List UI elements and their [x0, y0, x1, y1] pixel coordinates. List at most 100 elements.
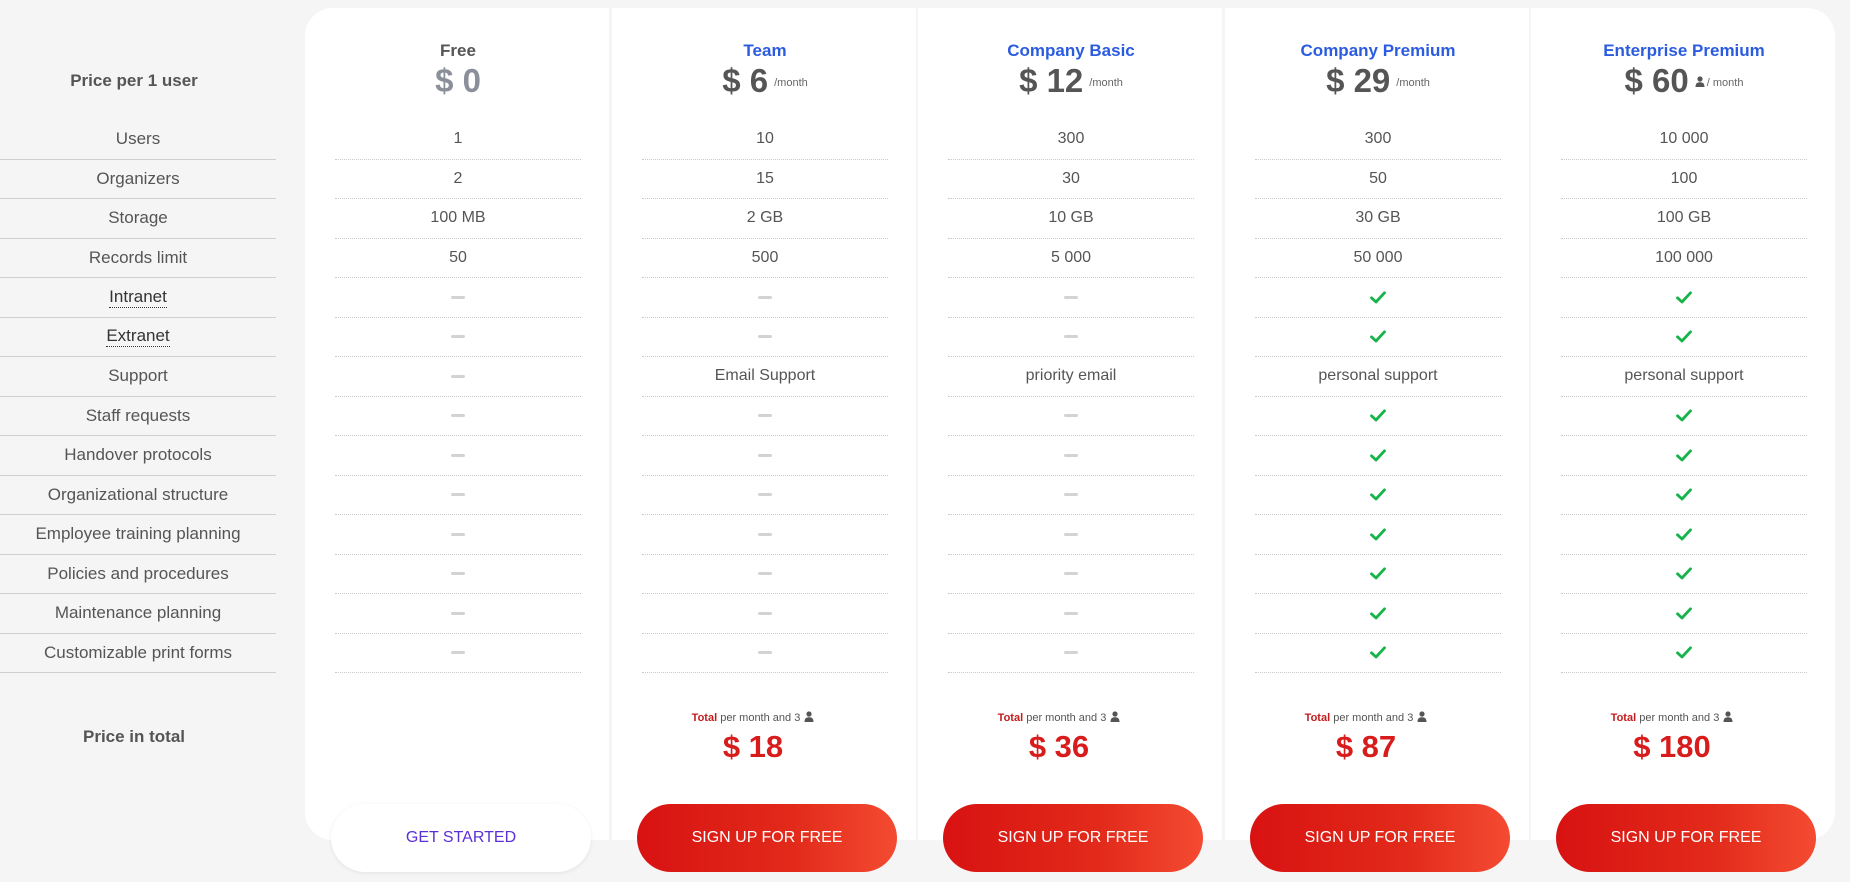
dash-icon [1064, 651, 1078, 655]
feature-cell [1255, 634, 1501, 673]
sign-up-button[interactable]: SIGN UP FOR FREE [943, 804, 1203, 872]
feature-cell [1255, 555, 1501, 594]
feature-label-text: Policies and procedures [47, 563, 229, 583]
total-note: Total per month and 3 [906, 711, 1212, 725]
dash-icon [758, 532, 772, 536]
feature-cell [1561, 278, 1807, 318]
feature-cell [948, 278, 1194, 318]
feature-label: Maintenance planning [0, 594, 276, 634]
dash-icon [758, 453, 772, 457]
plan-price: $ 6/month [612, 62, 918, 100]
feature-cell [948, 515, 1194, 555]
dash-icon [758, 651, 772, 655]
check-icon [1676, 449, 1692, 462]
dash-icon [1064, 295, 1078, 299]
check-icon [1676, 330, 1692, 343]
feature-value: 2 GB [746, 209, 784, 227]
plan-price-period: /month [1089, 77, 1123, 89]
feature-label-text: Handover protocols [64, 445, 212, 465]
check-icon [1370, 567, 1386, 580]
check-icon [1676, 567, 1692, 580]
feature-label-text: Organizers [96, 168, 180, 188]
dash-icon [758, 414, 772, 418]
feature-cell [1255, 278, 1501, 318]
feature-cell [335, 397, 581, 436]
feature-label: Staff requests [0, 397, 276, 436]
feature-cell [1561, 515, 1807, 555]
feature-cell: priority email [948, 357, 1194, 397]
feature-cell: 30 [948, 160, 1194, 199]
user-icon [1417, 711, 1427, 725]
get-started-button[interactable]: GET STARTED [331, 804, 591, 872]
feature-label-text: Customizable print forms [43, 642, 232, 662]
feature-cell [1255, 397, 1501, 436]
feature-cell [335, 436, 581, 476]
feature-label-text: Storage [108, 208, 168, 228]
total-text: per month and 3 [1333, 712, 1414, 724]
feature-value: 5 000 [1050, 248, 1092, 266]
total-price: $ 180 [1633, 729, 1711, 764]
feature-cell: 1 [335, 120, 581, 160]
feature-cell [335, 476, 581, 515]
total-price: $ 18 [722, 729, 784, 764]
plan-price-amount: $ 60 [1624, 62, 1689, 99]
sign-up-button[interactable]: SIGN UP FOR FREE [637, 804, 897, 872]
feature-label-text: Users [115, 129, 161, 149]
plan-price-period-text: / month [1706, 77, 1744, 89]
plan-price: $ 60 / month [1531, 62, 1837, 100]
check-icon [1370, 646, 1386, 659]
feature-cell: Email Support [642, 357, 888, 397]
dash-icon [758, 335, 772, 339]
feature-value: personal support [1624, 367, 1744, 385]
plan-price-period-text: /month [774, 77, 808, 89]
feature-value: Email Support [714, 367, 816, 385]
feature-cell: 2 [335, 160, 581, 199]
plan-price: $ 29/month [1225, 62, 1531, 100]
total-text: per month and 3 [1026, 712, 1107, 724]
sign-up-button[interactable]: SIGN UP FOR FREE [1250, 804, 1510, 872]
feature-label: Storage [0, 199, 276, 239]
plan-price: $ 0 [305, 62, 611, 100]
plan-price-period-text: /month [1089, 77, 1123, 89]
dash-icon [451, 374, 465, 378]
check-icon [1676, 528, 1692, 541]
feature-label-text[interactable]: Extranet [106, 326, 170, 348]
feature-cell [1561, 318, 1807, 357]
check-icon [1676, 607, 1692, 620]
feature-value: personal support [1318, 367, 1438, 385]
dash-icon [451, 572, 465, 576]
feature-cell [1255, 515, 1501, 555]
feature-label: Organizational structure [0, 476, 276, 515]
feature-cell [335, 318, 581, 357]
feature-value: 10 000 [1659, 130, 1709, 148]
feature-label: Organizers [0, 160, 276, 199]
feature-value: 50 000 [1353, 248, 1403, 266]
feature-label: Extranet [0, 318, 276, 357]
feature-cell [1255, 436, 1501, 476]
total-note: Total per month and 3 [1519, 711, 1825, 725]
price-per-user-label: Price per 1 user [70, 71, 198, 90]
feature-cell: personal support [1561, 357, 1807, 397]
feature-cell: 5 000 [948, 239, 1194, 278]
user-icon [1723, 711, 1733, 725]
feature-cell [1561, 476, 1807, 515]
check-icon [1370, 409, 1386, 422]
feature-cell [1255, 476, 1501, 515]
feature-label: Records limit [0, 239, 276, 278]
feature-cell [335, 555, 581, 594]
price-in-total-label: Price in total [82, 727, 186, 746]
total-label: Total [1610, 712, 1637, 724]
dash-icon [758, 572, 772, 576]
feature-cell: 50 000 [1255, 239, 1501, 278]
sign-up-button[interactable]: SIGN UP FOR FREE [1556, 804, 1816, 872]
check-icon [1676, 488, 1692, 501]
total-text: per month and 3 [1639, 712, 1720, 724]
dash-icon [758, 295, 772, 299]
check-icon [1370, 488, 1386, 501]
feature-cell [1255, 594, 1501, 634]
feature-cell [642, 436, 888, 476]
feature-label-text[interactable]: Intranet [109, 287, 167, 308]
feature-cell [642, 555, 888, 594]
user-icon [804, 711, 814, 725]
total-label: Total [997, 712, 1024, 724]
